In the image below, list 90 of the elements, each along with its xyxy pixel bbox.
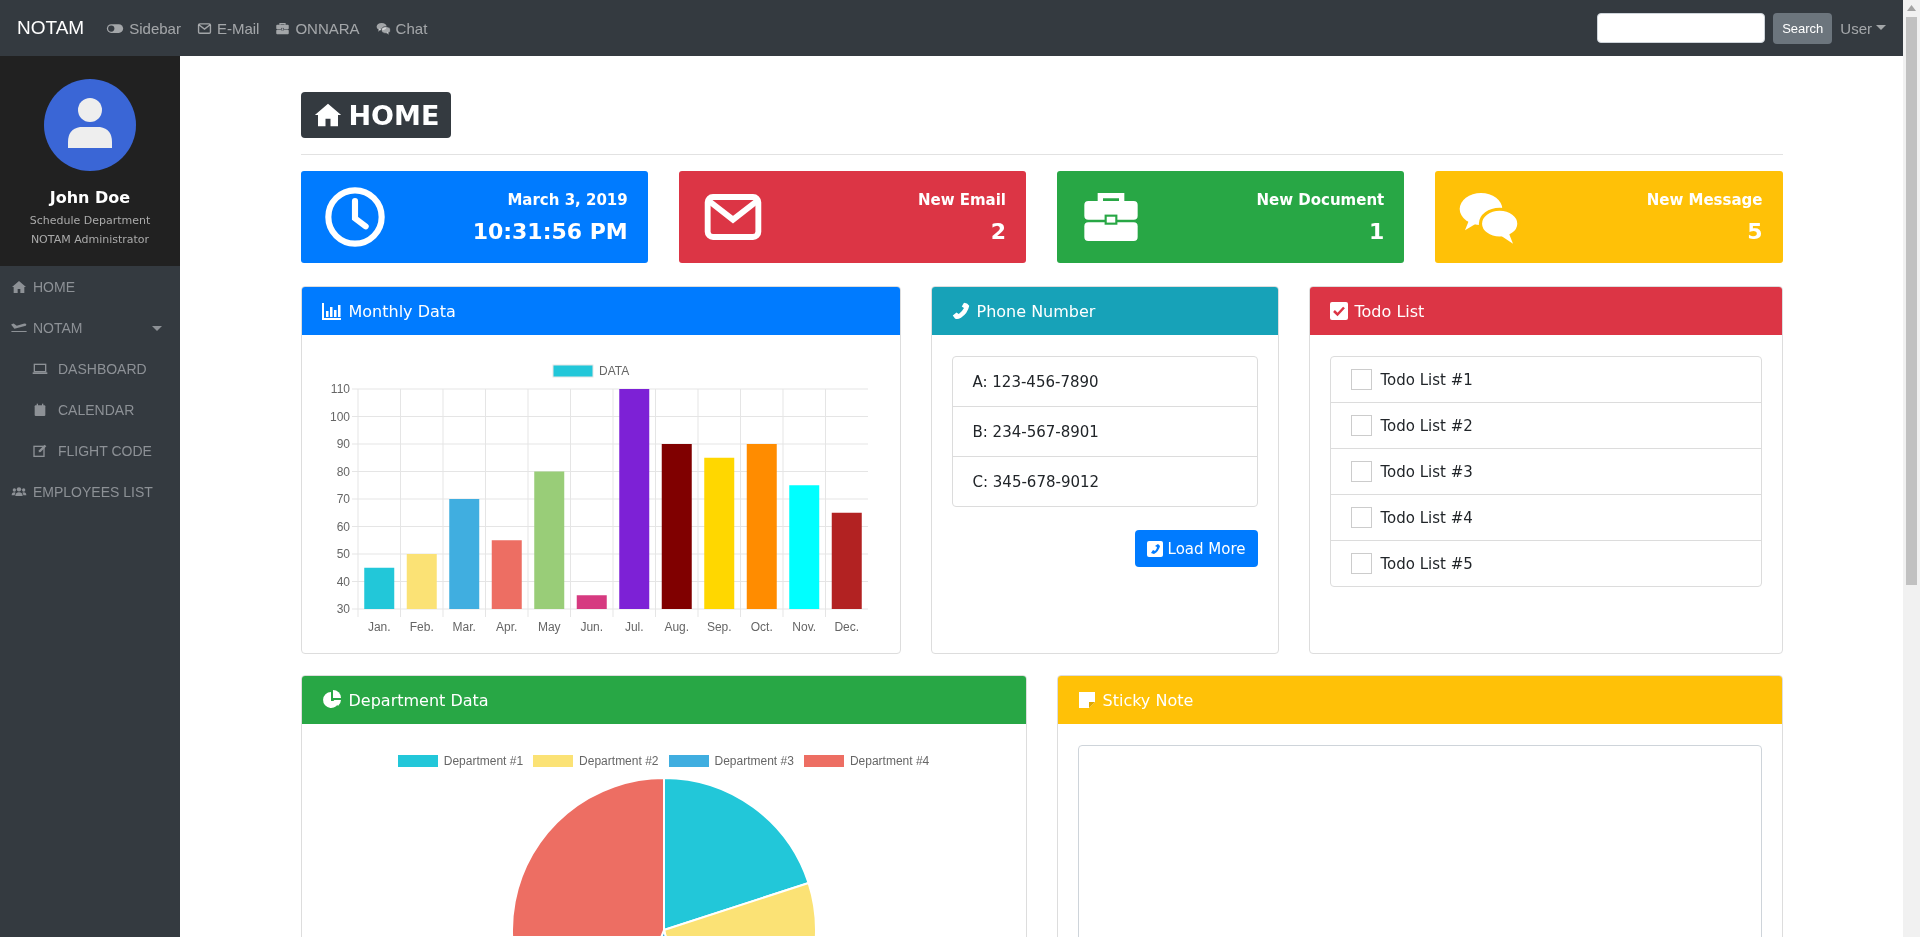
y-tick-label: 50 [336, 547, 350, 561]
x-tick-label: Aug. [663, 620, 689, 634]
y-tick-label: 40 [336, 574, 350, 589]
chart-legend: DATA [552, 364, 629, 378]
calendar-icon [32, 401, 48, 418]
legend-label: Department #1 [443, 754, 524, 768]
sidebar-item[interactable]: HOME [0, 266, 180, 307]
scroll-up-arrow-icon[interactable] [1907, 5, 1916, 11]
stat-title: New Document [1256, 190, 1385, 209]
legend-label: Department #4 [849, 754, 930, 768]
y-tick-label: 90 [336, 437, 350, 451]
edit-icon [32, 442, 48, 459]
checkbox[interactable] [1350, 553, 1372, 574]
x-tick-label: Feb. [409, 620, 434, 634]
bar-chart-icon [321, 302, 342, 320]
todo-label: Todo List #1 [1380, 370, 1473, 389]
sidebar-item[interactable]: FLIGHT CODE [0, 430, 180, 471]
plane-icon [11, 322, 27, 333]
sidebar-item[interactable]: DASHBOARD [0, 348, 180, 389]
stat-value: 10:31:56 PM [472, 218, 628, 244]
x-tick-label: Apr. [495, 620, 517, 634]
mail-icon [196, 20, 212, 36]
x-tick-label: Jun. [579, 620, 603, 634]
load-more-button[interactable]: Load More [1134, 530, 1258, 567]
todo-label: Todo List #5 [1380, 554, 1473, 573]
x-tick-label: Jul. [624, 620, 644, 634]
stat-value: 2 [990, 218, 1006, 244]
y-tick-label: 100 [329, 409, 350, 424]
home-icon [11, 278, 27, 295]
card-title: Monthly Data [348, 301, 456, 321]
search-field[interactable] [1597, 13, 1766, 43]
checkbox[interactable] [1350, 461, 1372, 482]
nav-link[interactable]: Chat [375, 19, 428, 37]
phone-number: B: 234-567-8901 [952, 406, 1257, 456]
y-tick-label: 110 [330, 382, 350, 396]
search-button[interactable]: Search [1773, 12, 1833, 44]
y-tick-label: 70 [336, 492, 350, 506]
sidebar-item[interactable]: EMPLOYEES LIST [0, 471, 180, 512]
card-title: Sticky Note [1102, 690, 1194, 710]
card-title: Phone Number [976, 301, 1096, 321]
user-name: John Doe [49, 188, 131, 207]
user-role: NOTAM Administrator [30, 233, 150, 246]
checkbox[interactable] [1350, 415, 1372, 436]
nav-link[interactable]: ONNARA [275, 19, 360, 37]
x-tick-label: Nov. [791, 620, 816, 634]
stat-value: 5 [1747, 218, 1763, 244]
x-tick-label: May [537, 620, 561, 634]
brand[interactable]: NOTAM [17, 17, 85, 39]
card-title: Todo List [1354, 301, 1425, 321]
todo-label: Todo List #4 [1380, 508, 1473, 527]
phone-number: A: 123-456-7890 [971, 371, 1100, 393]
nav-link[interactable]: E-Mail [196, 19, 260, 37]
todo-label: Todo List #2 [1380, 416, 1473, 435]
sidebar-item[interactable]: CALENDAR [0, 389, 180, 430]
user-department: Schedule Department [29, 214, 151, 227]
pie-chart-icon [321, 690, 342, 710]
x-tick-label: Mar. [452, 620, 476, 634]
y-tick-label: 80 [336, 464, 350, 479]
user-menu[interactable]: User [1840, 19, 1886, 37]
legend-label: DATA [598, 364, 629, 378]
briefcase-icon [275, 20, 291, 36]
x-tick-label: Oct. [750, 620, 773, 634]
checkbox-icon [1329, 302, 1348, 320]
x-tick-label: Dec. [833, 620, 859, 634]
sidebar-item[interactable]: NOTAM [0, 307, 180, 348]
phone-icon [1146, 540, 1163, 557]
phone-number: C: 345-678-9012 [952, 456, 1257, 506]
avatar-icon [44, 79, 136, 171]
page-title: HOME [300, 92, 452, 138]
caret-icon [1876, 25, 1886, 31]
nav-link[interactable]: Sidebar [106, 19, 181, 37]
todo-label: Todo List #3 [1380, 462, 1473, 481]
chat-icon [375, 20, 391, 36]
stat-title: New Email [917, 190, 1006, 209]
checkbox[interactable] [1350, 369, 1372, 390]
x-tick-label: Jan. [367, 620, 391, 634]
scrollbar-thumb[interactable] [1906, 17, 1917, 585]
legend-label: Department #3 [714, 754, 794, 768]
stat-value: 1 [1368, 218, 1385, 244]
stat-title: New Message [1646, 190, 1763, 209]
checkbox[interactable] [1350, 507, 1372, 528]
card-title: Department Data [348, 690, 489, 710]
y-tick-label: 60 [336, 519, 350, 534]
clock-icon [322, 185, 387, 249]
y-tick-label: 30 [336, 602, 350, 616]
x-tick-label: Sep. [706, 620, 732, 634]
phone-icon [951, 302, 970, 320]
legend-label: Department #2 [579, 754, 659, 768]
stat-title: March 3, 2019 [507, 190, 628, 209]
note-icon [1077, 691, 1096, 709]
